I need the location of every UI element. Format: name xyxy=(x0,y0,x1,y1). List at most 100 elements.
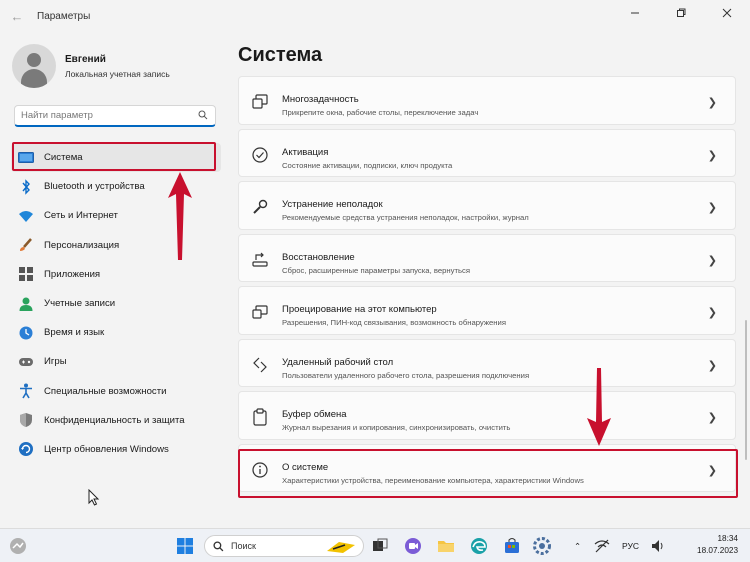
search-input[interactable] xyxy=(21,110,191,121)
sidebar-item-label: Учетные записи xyxy=(44,298,116,310)
restore-button[interactable] xyxy=(658,0,704,26)
card-subtitle: Состояние активации, подписки, ключ прод… xyxy=(282,160,453,170)
windows-update-icon xyxy=(18,441,34,457)
profile-name: Евгений xyxy=(65,53,106,65)
remote-desktop-icon xyxy=(253,357,267,372)
card-subtitle: Рекомендуемые средства устранения непола… xyxy=(282,213,529,222)
sidebar-item-label: Персонализация xyxy=(44,239,120,251)
search-icon xyxy=(198,110,208,120)
sidebar-item-gaming[interactable]: Игры xyxy=(11,347,221,376)
chevron-right-icon: ❯ xyxy=(707,359,717,372)
card-title: Буфер обмена xyxy=(282,409,347,420)
profile-account-type: Локальная учетная запись xyxy=(65,68,170,79)
language-indicator[interactable]: РУС xyxy=(622,541,639,551)
card-remote-desktop[interactable]: Удаленный рабочий стол Пользователи удал… xyxy=(238,338,736,387)
wrench-icon xyxy=(253,199,268,214)
wifi-icon xyxy=(18,208,34,224)
avatar xyxy=(12,44,56,88)
volume-icon[interactable] xyxy=(650,538,666,554)
card-activation[interactable]: Активация Состояние активации, подписки,… xyxy=(238,128,736,177)
bluetooth-icon xyxy=(18,179,34,195)
taskbar: Поиск ⌃ РУС 18:34 18.07.2023 xyxy=(0,528,750,562)
highlight-box-system xyxy=(12,142,216,171)
restore-icon xyxy=(677,8,686,17)
card-subtitle: Журнал вырезания и копирования, синхрони… xyxy=(282,423,511,432)
card-title: Восстановление xyxy=(282,251,355,263)
sidebar-item-privacy[interactable]: Конфиденциальность и защита xyxy=(11,406,221,435)
network-offline-icon[interactable] xyxy=(594,538,610,554)
chevron-right-icon: ❯ xyxy=(707,202,717,214)
card-subtitle: Сброс, расширенные параметры запуска, ве… xyxy=(282,265,471,275)
settings-search-box[interactable] xyxy=(14,105,216,127)
activation-icon xyxy=(252,146,268,163)
arrow-down-annotation xyxy=(587,368,611,446)
minimize-button[interactable] xyxy=(612,0,658,26)
chevron-right-icon: ❯ xyxy=(707,254,717,267)
sidebar-item-label: Время и язык xyxy=(44,327,105,339)
sidebar-item-apps[interactable]: Приложения xyxy=(11,260,221,289)
search-icon xyxy=(213,540,224,551)
time-language-icon xyxy=(18,325,34,341)
sidebar-item-label: Конфиденциальность и защита xyxy=(44,414,185,426)
card-title: Удаленный рабочий стол xyxy=(282,356,394,368)
card-subtitle: Разрешения, ПИН-код связывания, возможно… xyxy=(282,318,506,327)
sidebar-item-label: Приложения xyxy=(44,268,101,280)
window-controls xyxy=(612,0,750,26)
highlight-box-about xyxy=(238,449,738,498)
chat-icon[interactable] xyxy=(403,536,423,556)
page-title: Система xyxy=(238,44,323,66)
widgets-icon[interactable] xyxy=(8,536,28,556)
taskbar-search[interactable]: Поиск xyxy=(204,535,364,557)
file-explorer-icon[interactable] xyxy=(436,536,456,556)
projection-icon xyxy=(252,305,268,319)
multitasking-icon xyxy=(252,94,268,109)
store-icon[interactable] xyxy=(502,536,522,556)
settings-window: ← Параметры Евгений Локальная учетная за… xyxy=(0,0,750,528)
window-title: Параметры xyxy=(37,11,91,22)
clipboard-icon xyxy=(253,408,267,426)
settings-gear-icon[interactable] xyxy=(532,536,552,556)
clock-date: 18.07.2023 xyxy=(697,546,738,555)
sidebar-item-accounts[interactable]: Учетные записи xyxy=(11,289,221,318)
back-button[interactable]: ← xyxy=(8,8,26,26)
taskbar-search-label: Поиск xyxy=(231,541,256,551)
sidebar-item-windows-update[interactable]: Центр обновления Windows xyxy=(11,435,221,464)
recovery-icon xyxy=(252,252,268,267)
sidebar-item-label: Центр обновления Windows xyxy=(44,443,169,455)
clock-time: 18:34 xyxy=(717,534,739,543)
scrollbar[interactable] xyxy=(745,320,747,460)
show-hidden-icons-button[interactable]: ⌃ xyxy=(574,541,581,552)
accessibility-icon xyxy=(18,383,34,399)
sidebar-item-time-language[interactable]: Время и язык xyxy=(11,318,221,347)
title-bar: ← Параметры xyxy=(0,0,750,34)
brush-icon xyxy=(18,237,34,253)
settings-list: Многозадачность Прикрепите окна, рабочие… xyxy=(238,76,736,496)
task-view-icon[interactable] xyxy=(370,536,390,556)
chevron-right-icon: ❯ xyxy=(707,149,717,162)
sidebar-item-label: Игры xyxy=(44,356,67,368)
card-projection[interactable]: Проецирование на этот компьютер Разрешен… xyxy=(238,286,736,335)
card-clipboard[interactable]: Буфер обмена Журнал вырезания и копирова… xyxy=(238,391,736,440)
chevron-right-icon: ❯ xyxy=(707,412,717,424)
sidebar-item-accessibility[interactable]: Специальные возможности xyxy=(11,377,221,406)
sidebar-item-label: Bluetooth и устройства xyxy=(44,181,145,193)
card-troubleshoot[interactable]: Устранение неполадок Рекомендуемые средс… xyxy=(238,181,736,230)
edge-browser-icon[interactable] xyxy=(469,536,489,556)
chevron-right-icon: ❯ xyxy=(707,307,717,319)
close-icon xyxy=(722,8,732,18)
card-subtitle: Прикрепите окна, рабочие столы, переключ… xyxy=(282,108,479,117)
user-profile[interactable]: Евгений Локальная учетная запись xyxy=(12,44,170,88)
clock[interactable]: 18:34 18.07.2023 xyxy=(694,533,738,557)
card-subtitle: Пользователи удаленного рабочего стола, … xyxy=(282,370,530,380)
minimize-icon xyxy=(631,12,639,14)
card-title: Активация xyxy=(282,146,329,158)
card-recovery[interactable]: Восстановление Сброс, расширенные параме… xyxy=(238,233,736,282)
arrow-up-annotation xyxy=(168,172,192,260)
shield-icon xyxy=(18,412,34,428)
chevron-right-icon: ❯ xyxy=(707,97,717,109)
close-button[interactable] xyxy=(704,0,750,26)
search-highlight-icon xyxy=(327,542,355,553)
card-multitasking[interactable]: Многозадачность Прикрепите окна, рабочие… xyxy=(238,76,736,125)
windows-start-icon[interactable] xyxy=(175,536,195,556)
sidebar-item-label: Сеть и Интернет xyxy=(44,210,118,222)
